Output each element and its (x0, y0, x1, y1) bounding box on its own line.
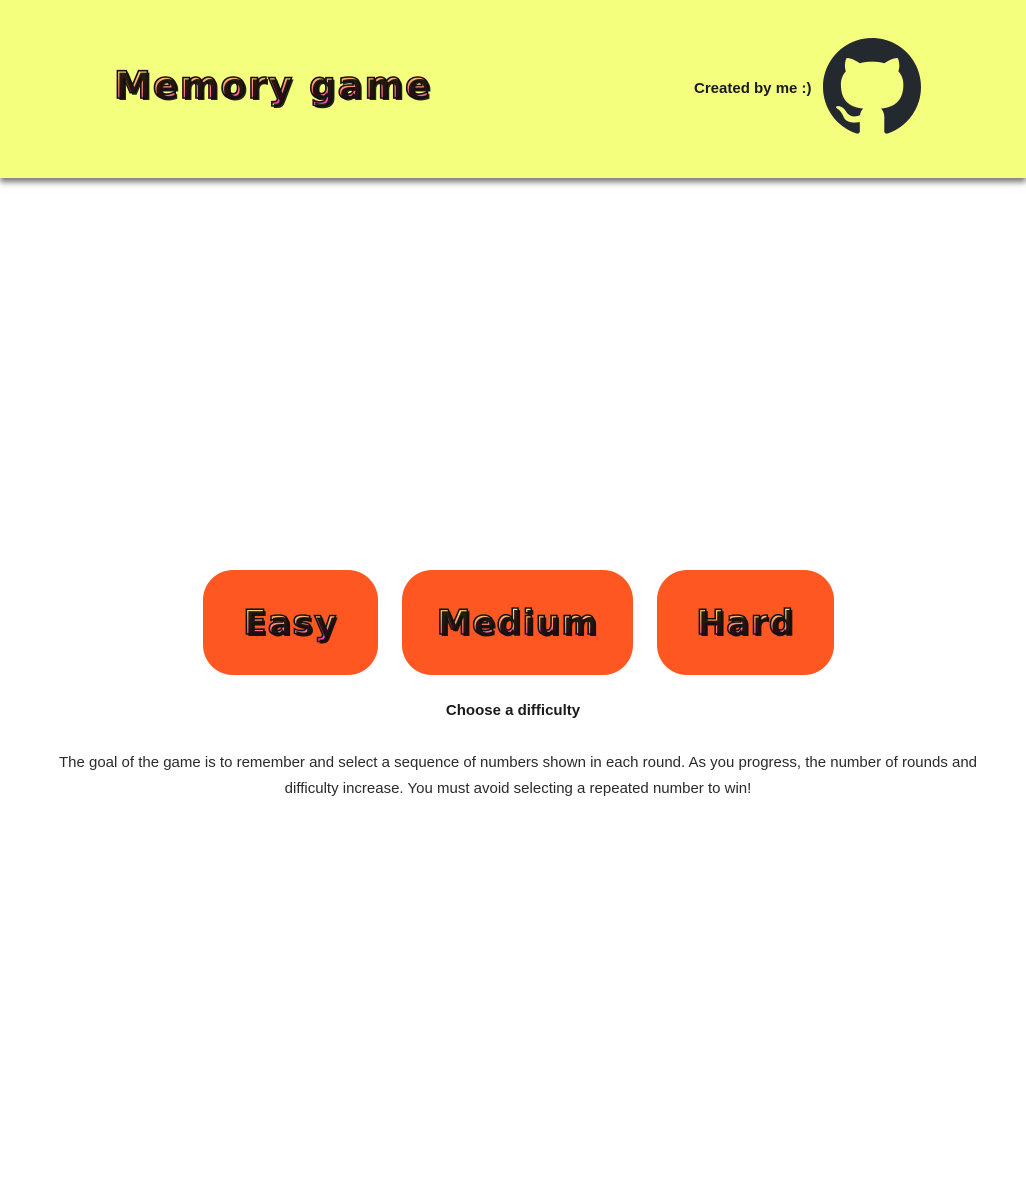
hard-button[interactable]: Hard (657, 570, 834, 675)
site-title: Memory game (113, 64, 433, 107)
credit-text: Created by me :) (694, 80, 812, 97)
github-icon (823, 38, 921, 134)
easy-button-label: Easy (242, 602, 338, 643)
site-header: Memory game Created by me :) (0, 0, 1026, 178)
difficulty-prompt: Choose a difficulty (445, 702, 581, 719)
game-description: The goal of the game is to remember and … (58, 754, 978, 797)
easy-button[interactable]: Easy (203, 570, 378, 675)
github-link[interactable] (823, 38, 921, 136)
medium-button-label: Medium (436, 602, 599, 643)
medium-button[interactable]: Medium (402, 570, 633, 675)
hard-button-label: Hard (695, 602, 795, 643)
